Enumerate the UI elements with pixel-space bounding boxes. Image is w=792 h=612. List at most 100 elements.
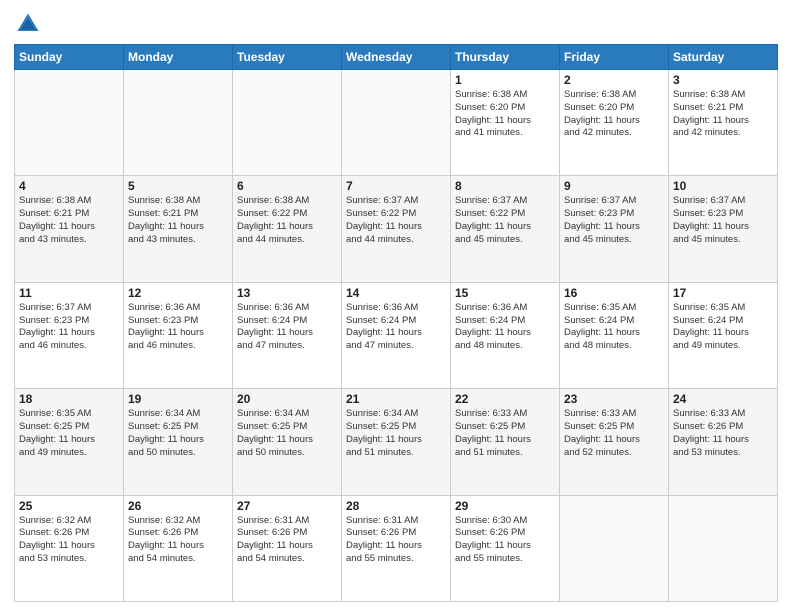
day-info: Sunrise: 6:37 AM Sunset: 6:22 PM Dayligh… xyxy=(455,195,555,246)
day-info: Sunrise: 6:35 AM Sunset: 6:25 PM Dayligh… xyxy=(19,408,119,459)
calendar-week-3: 11 Sunrise: 6:37 AM Sunset: 6:23 PM Dayli… xyxy=(15,282,778,388)
day-number: 7 xyxy=(346,179,446,193)
day-number: 25 xyxy=(19,499,119,513)
day-number: 29 xyxy=(455,499,555,513)
day-number: 24 xyxy=(673,392,773,406)
calendar-week-1: 1 Sunrise: 6:38 AM Sunset: 6:20 PM Daylig… xyxy=(15,70,778,176)
calendar-header-friday: Friday xyxy=(560,45,669,70)
calendar-cell: 16 Sunrise: 6:35 AM Sunset: 6:24 PM Dayli… xyxy=(560,282,669,388)
day-number: 2 xyxy=(564,73,664,87)
day-number: 17 xyxy=(673,286,773,300)
day-info: Sunrise: 6:38 AM Sunset: 6:21 PM Dayligh… xyxy=(128,195,228,246)
day-number: 4 xyxy=(19,179,119,193)
day-info: Sunrise: 6:33 AM Sunset: 6:25 PM Dayligh… xyxy=(455,408,555,459)
day-number: 14 xyxy=(346,286,446,300)
logo xyxy=(14,10,46,38)
day-info: Sunrise: 6:37 AM Sunset: 6:23 PM Dayligh… xyxy=(564,195,664,246)
day-number: 9 xyxy=(564,179,664,193)
day-info: Sunrise: 6:32 AM Sunset: 6:26 PM Dayligh… xyxy=(128,515,228,566)
calendar-header-monday: Monday xyxy=(124,45,233,70)
day-info: Sunrise: 6:35 AM Sunset: 6:24 PM Dayligh… xyxy=(564,302,664,353)
calendar-cell: 20 Sunrise: 6:34 AM Sunset: 6:25 PM Dayli… xyxy=(233,389,342,495)
calendar-cell: 9 Sunrise: 6:37 AM Sunset: 6:23 PM Daylig… xyxy=(560,176,669,282)
calendar-header-row: SundayMondayTuesdayWednesdayThursdayFrid… xyxy=(15,45,778,70)
day-number: 1 xyxy=(455,73,555,87)
day-info: Sunrise: 6:36 AM Sunset: 6:24 PM Dayligh… xyxy=(346,302,446,353)
calendar-cell: 22 Sunrise: 6:33 AM Sunset: 6:25 PM Dayli… xyxy=(451,389,560,495)
day-number: 15 xyxy=(455,286,555,300)
day-info: Sunrise: 6:31 AM Sunset: 6:26 PM Dayligh… xyxy=(237,515,337,566)
day-number: 12 xyxy=(128,286,228,300)
day-info: Sunrise: 6:34 AM Sunset: 6:25 PM Dayligh… xyxy=(346,408,446,459)
day-info: Sunrise: 6:32 AM Sunset: 6:26 PM Dayligh… xyxy=(19,515,119,566)
calendar-header-sunday: Sunday xyxy=(15,45,124,70)
calendar-cell: 13 Sunrise: 6:36 AM Sunset: 6:24 PM Dayli… xyxy=(233,282,342,388)
day-number: 3 xyxy=(673,73,773,87)
day-info: Sunrise: 6:38 AM Sunset: 6:20 PM Dayligh… xyxy=(564,89,664,140)
day-number: 26 xyxy=(128,499,228,513)
day-number: 6 xyxy=(237,179,337,193)
day-number: 8 xyxy=(455,179,555,193)
calendar-cell: 3 Sunrise: 6:38 AM Sunset: 6:21 PM Daylig… xyxy=(669,70,778,176)
calendar-table: SundayMondayTuesdayWednesdayThursdayFrid… xyxy=(14,44,778,602)
day-info: Sunrise: 6:30 AM Sunset: 6:26 PM Dayligh… xyxy=(455,515,555,566)
day-info: Sunrise: 6:37 AM Sunset: 6:22 PM Dayligh… xyxy=(346,195,446,246)
calendar-header-saturday: Saturday xyxy=(669,45,778,70)
calendar-cell: 25 Sunrise: 6:32 AM Sunset: 6:26 PM Dayli… xyxy=(15,495,124,601)
day-info: Sunrise: 6:36 AM Sunset: 6:24 PM Dayligh… xyxy=(237,302,337,353)
day-info: Sunrise: 6:34 AM Sunset: 6:25 PM Dayligh… xyxy=(128,408,228,459)
day-number: 18 xyxy=(19,392,119,406)
day-info: Sunrise: 6:38 AM Sunset: 6:21 PM Dayligh… xyxy=(673,89,773,140)
day-number: 22 xyxy=(455,392,555,406)
calendar-header-wednesday: Wednesday xyxy=(342,45,451,70)
page: SundayMondayTuesdayWednesdayThursdayFrid… xyxy=(0,0,792,612)
day-info: Sunrise: 6:34 AM Sunset: 6:25 PM Dayligh… xyxy=(237,408,337,459)
day-info: Sunrise: 6:31 AM Sunset: 6:26 PM Dayligh… xyxy=(346,515,446,566)
day-number: 13 xyxy=(237,286,337,300)
day-number: 19 xyxy=(128,392,228,406)
calendar-cell: 24 Sunrise: 6:33 AM Sunset: 6:26 PM Dayli… xyxy=(669,389,778,495)
calendar-header-thursday: Thursday xyxy=(451,45,560,70)
calendar-cell: 14 Sunrise: 6:36 AM Sunset: 6:24 PM Dayli… xyxy=(342,282,451,388)
day-info: Sunrise: 6:33 AM Sunset: 6:25 PM Dayligh… xyxy=(564,408,664,459)
day-number: 11 xyxy=(19,286,119,300)
calendar-cell: 23Sunrise: 6:33 AM Sunset: 6:25 PM Dayli… xyxy=(560,389,669,495)
calendar-cell: 17 Sunrise: 6:35 AM Sunset: 6:24 PM Dayli… xyxy=(669,282,778,388)
day-info: Sunrise: 6:35 AM Sunset: 6:24 PM Dayligh… xyxy=(673,302,773,353)
calendar-cell xyxy=(342,70,451,176)
day-number: 21 xyxy=(346,392,446,406)
day-info: Sunrise: 6:37 AM Sunset: 6:23 PM Dayligh… xyxy=(19,302,119,353)
day-info: Sunrise: 6:38 AM Sunset: 6:21 PM Dayligh… xyxy=(19,195,119,246)
calendar-cell xyxy=(15,70,124,176)
calendar-week-4: 18 Sunrise: 6:35 AM Sunset: 6:25 PM Dayli… xyxy=(15,389,778,495)
day-number: 27 xyxy=(237,499,337,513)
day-number: 16 xyxy=(564,286,664,300)
calendar-cell: 29 Sunrise: 6:30 AM Sunset: 6:26 PM Dayli… xyxy=(451,495,560,601)
day-info: Sunrise: 6:38 AM Sunset: 6:22 PM Dayligh… xyxy=(237,195,337,246)
day-info: Sunrise: 6:38 AM Sunset: 6:20 PM Dayligh… xyxy=(455,89,555,140)
calendar-cell xyxy=(124,70,233,176)
logo-icon xyxy=(14,10,42,38)
calendar-cell: 1 Sunrise: 6:38 AM Sunset: 6:20 PM Daylig… xyxy=(451,70,560,176)
calendar-cell: 7 Sunrise: 6:37 AM Sunset: 6:22 PM Daylig… xyxy=(342,176,451,282)
calendar-cell: 19 Sunrise: 6:34 AM Sunset: 6:25 PM Dayli… xyxy=(124,389,233,495)
day-info: Sunrise: 6:36 AM Sunset: 6:24 PM Dayligh… xyxy=(455,302,555,353)
calendar-cell xyxy=(560,495,669,601)
header xyxy=(14,10,778,38)
calendar-cell: 2 Sunrise: 6:38 AM Sunset: 6:20 PM Daylig… xyxy=(560,70,669,176)
calendar-cell: 28 Sunrise: 6:31 AM Sunset: 6:26 PM Dayli… xyxy=(342,495,451,601)
calendar-cell: 5Sunrise: 6:38 AM Sunset: 6:21 PM Daylig… xyxy=(124,176,233,282)
calendar-cell: 11 Sunrise: 6:37 AM Sunset: 6:23 PM Dayli… xyxy=(15,282,124,388)
calendar-cell: 26 Sunrise: 6:32 AM Sunset: 6:26 PM Dayli… xyxy=(124,495,233,601)
calendar-cell: 27 Sunrise: 6:31 AM Sunset: 6:26 PM Dayli… xyxy=(233,495,342,601)
day-number: 28 xyxy=(346,499,446,513)
day-number: 20 xyxy=(237,392,337,406)
calendar-cell: 10Sunrise: 6:37 AM Sunset: 6:23 PM Dayli… xyxy=(669,176,778,282)
calendar-cell: 6 Sunrise: 6:38 AM Sunset: 6:22 PM Daylig… xyxy=(233,176,342,282)
calendar-cell xyxy=(233,70,342,176)
calendar-cell: 4 Sunrise: 6:38 AM Sunset: 6:21 PM Daylig… xyxy=(15,176,124,282)
day-info: Sunrise: 6:37 AM Sunset: 6:23 PM Dayligh… xyxy=(673,195,773,246)
calendar-cell: 12Sunrise: 6:36 AM Sunset: 6:23 PM Dayli… xyxy=(124,282,233,388)
calendar-cell: 21 Sunrise: 6:34 AM Sunset: 6:25 PM Dayli… xyxy=(342,389,451,495)
day-info: Sunrise: 6:33 AM Sunset: 6:26 PM Dayligh… xyxy=(673,408,773,459)
